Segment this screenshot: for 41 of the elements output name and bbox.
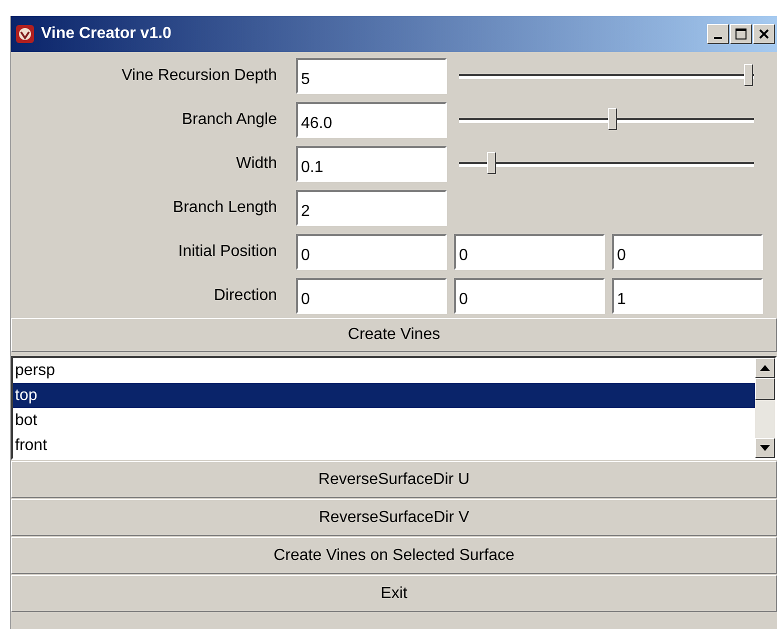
close-icon [758, 28, 770, 40]
slider-thumb[interactable] [487, 152, 496, 174]
input-field[interactable]: 1 [612, 278, 763, 314]
list-item[interactable]: bot [13, 408, 755, 433]
input-field[interactable]: 5 [296, 58, 447, 94]
scroll-down-button[interactable] [755, 438, 775, 458]
action-button[interactable]: ReverseSurfaceDir U [11, 461, 777, 498]
input-field[interactable]: 0 [296, 234, 447, 270]
down-arrow-icon [760, 445, 770, 451]
minimize-button[interactable] [707, 24, 729, 44]
field-label: Branch Angle [180, 111, 278, 129]
action-button[interactable]: Create Vines on Selected Surface [11, 537, 777, 574]
action-button[interactable]: Exit [11, 575, 777, 612]
field-label: Width [235, 155, 278, 173]
input-field[interactable]: 0 [454, 234, 605, 270]
app-icon [15, 24, 35, 44]
list-item[interactable]: front [13, 433, 755, 458]
action-button[interactable]: ReverseSurfaceDir V [11, 499, 777, 536]
input-field[interactable]: 0.1 [296, 146, 447, 182]
maximize-button[interactable] [730, 24, 752, 44]
input-field[interactable]: 46.0 [296, 102, 447, 138]
window-title: Vine Creator v1.0 [41, 25, 172, 43]
list-item[interactable]: top [13, 383, 755, 408]
list-item[interactable]: persp [13, 358, 755, 383]
close-button[interactable] [753, 24, 775, 44]
field-label: Direction [212, 287, 278, 305]
slider-thumb[interactable] [608, 108, 618, 130]
scroll-up-button[interactable] [755, 358, 775, 378]
minimize-icon [714, 37, 722, 39]
up-arrow-icon [760, 365, 770, 371]
input-field[interactable]: 0 [296, 278, 447, 314]
field-label: Initial Position [177, 243, 278, 261]
input-field[interactable]: 2 [296, 190, 447, 226]
field-label: Vine Recursion Depth [120, 67, 278, 85]
maximize-icon [735, 28, 747, 40]
field-label: Branch Length [172, 199, 278, 217]
slider-thumb[interactable] [744, 64, 754, 86]
create-vines-button[interactable]: Create Vines [11, 318, 777, 352]
input-field[interactable]: 0 [454, 278, 605, 314]
scroll-thumb[interactable] [755, 378, 775, 400]
input-field[interactable]: 0 [612, 234, 763, 270]
